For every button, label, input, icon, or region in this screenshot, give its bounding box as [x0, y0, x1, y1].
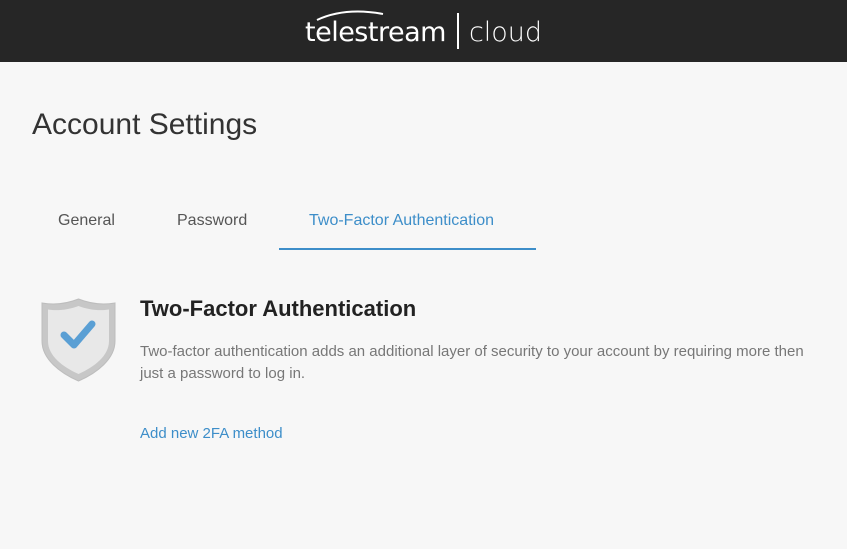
settings-tabs: General Password Two-Factor Authenticati…: [0, 190, 847, 252]
logo-brand: telestream: [305, 16, 446, 48]
top-bar: telestream cloud: [0, 0, 847, 62]
active-tab-indicator: [279, 248, 536, 250]
tab-general[interactable]: General: [58, 190, 115, 251]
add-2fa-method-link[interactable]: Add new 2FA method: [140, 425, 283, 442]
shield-check-icon: [41, 298, 116, 382]
tab-password[interactable]: Password: [177, 190, 247, 251]
two-factor-title: Two-Factor Authentication: [140, 296, 417, 321]
telestream-cloud-logo[interactable]: telestream cloud: [305, 10, 543, 51]
logo-product: cloud: [468, 16, 543, 48]
page-title: Account Settings: [32, 108, 258, 141]
logo-divider: [456, 13, 459, 49]
tab-two-factor-authentication[interactable]: Two-Factor Authentication: [309, 190, 494, 251]
two-factor-description: Two-factor authentication adds an additi…: [140, 343, 804, 382]
